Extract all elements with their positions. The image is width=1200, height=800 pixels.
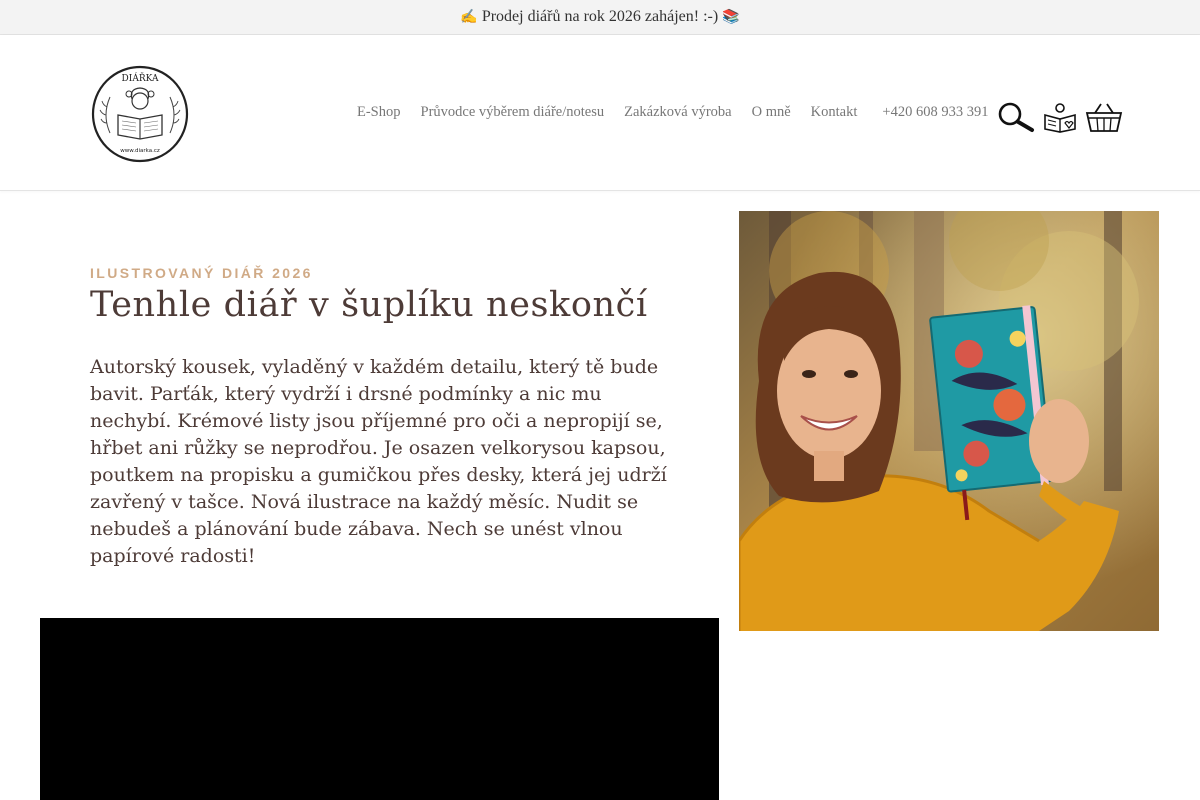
hero-photo [739,211,1159,631]
hero-description: Autorský kousek, vyladěný v každém detai… [90,356,667,567]
video-player[interactable] [40,618,719,800]
svg-text:DIÁŘKA: DIÁŘKA [122,72,159,84]
basket-icon[interactable] [1085,101,1123,138]
main-nav: E-Shop Průvodce výběrem diáře/notesu Zak… [357,104,988,121]
announcement-text: Prodej diářů na rok 2026 zahájen! :-) [481,8,719,25]
nav-item-zakazkova-vyroba[interactable]: Zakázková výroba [624,104,732,121]
writing-hand-icon: ✍ [460,9,478,25]
hero-eyebrow: ILUSTROVANÝ DIÁŘ 2026 [90,265,313,281]
header-actions [997,101,1131,138]
announcement-bar: ✍ Prodej diářů na rok 2026 zahájen! :-) … [0,0,1200,35]
nav-phone-link[interactable]: +420 608 933 391 [882,104,988,121]
book-heart-icon[interactable] [1043,101,1077,138]
nav-item-pruvodce[interactable]: Průvodce výběrem diáře/notesu [421,104,605,121]
site-logo[interactable]: DIÁŘKA www.diarka.cz [88,63,192,165]
nav-item-o-mne[interactable]: O mně [752,104,791,121]
nav-item-kontakt[interactable]: Kontakt [811,104,858,121]
site-header: DIÁŘKA www.diarka.cz E-Shop Průvodce výb… [0,35,1200,191]
svg-text:www.diarka.cz: www.diarka.cz [120,148,160,154]
diarka-logo-graphic: DIÁŘKA www.diarka.cz [91,65,189,163]
nav-item-eshop[interactable]: E-Shop [357,104,401,121]
search-icon[interactable] [997,101,1035,138]
books-icon: 📚 [722,9,740,25]
hero-title: Tenhle diář v šuplíku neskončí [90,285,648,325]
